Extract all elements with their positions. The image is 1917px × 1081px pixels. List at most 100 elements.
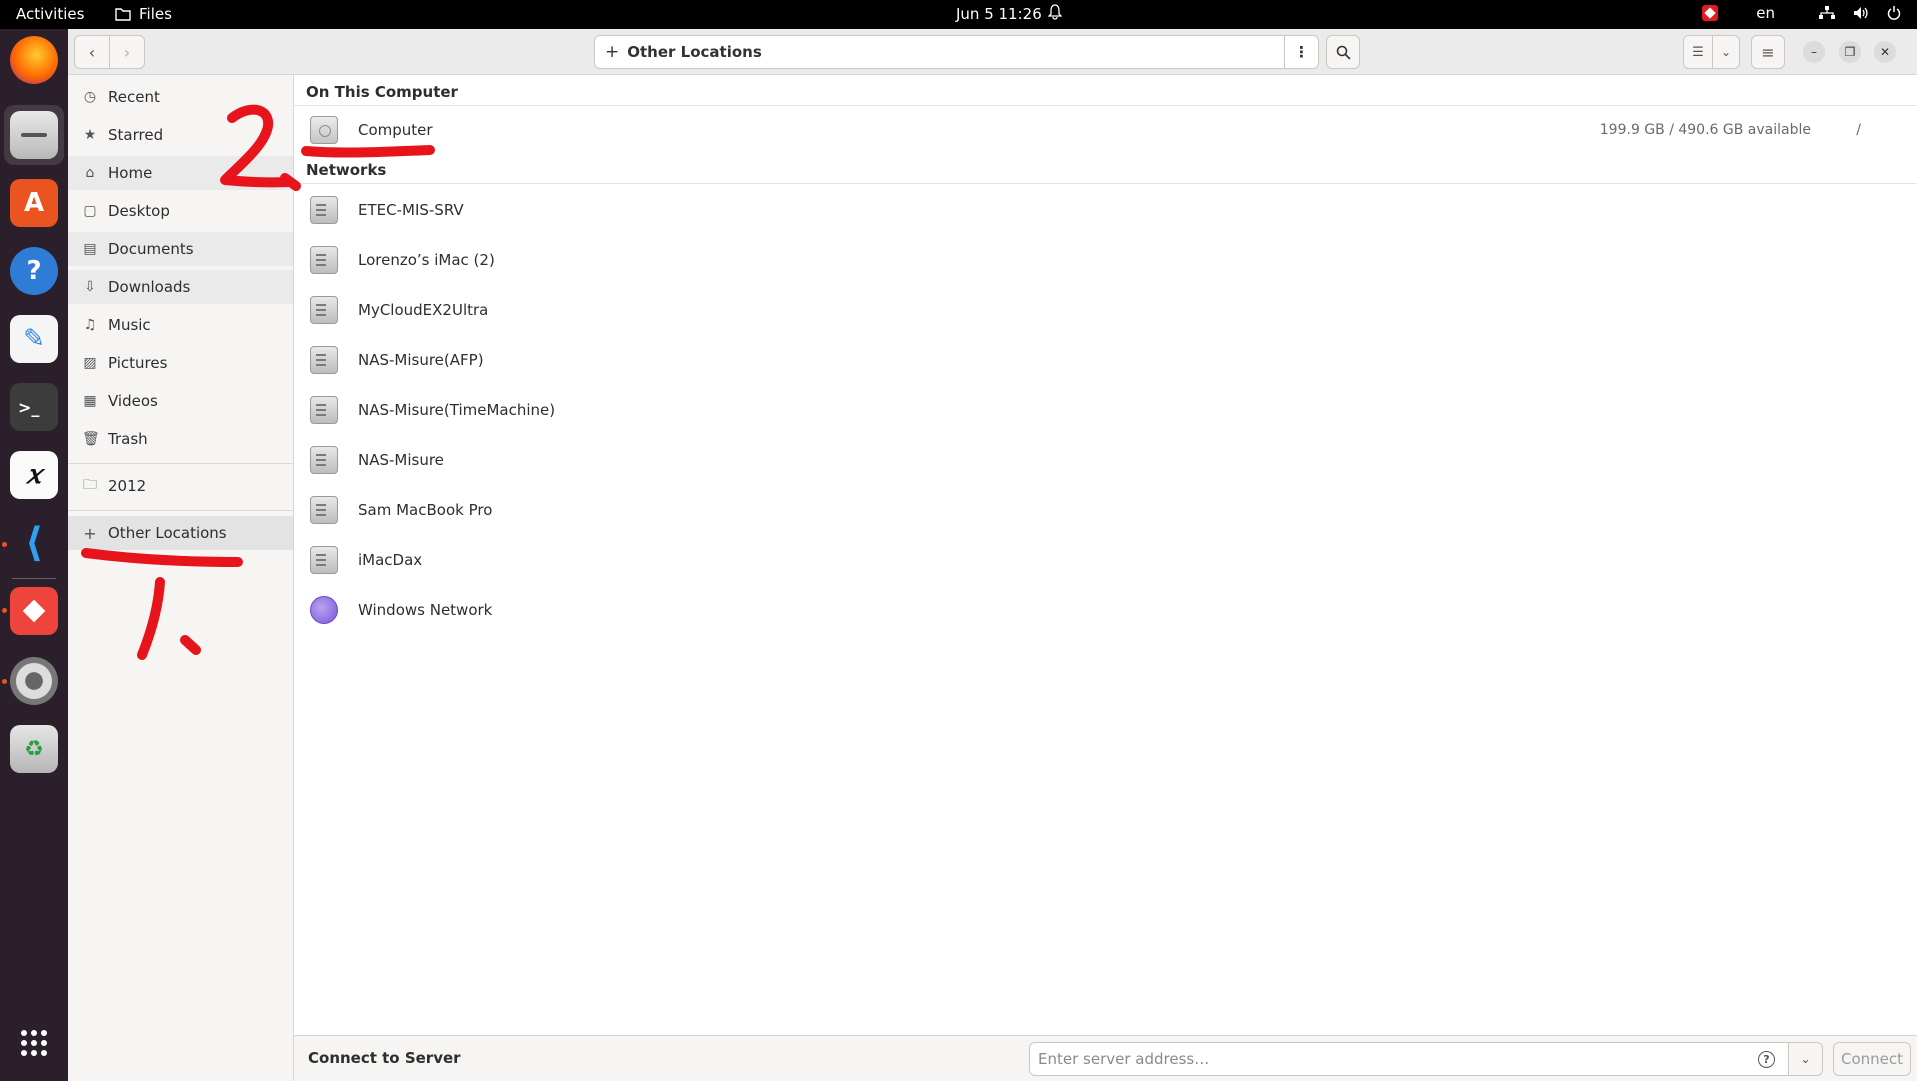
location-name: NAS-Misure(AFP)	[358, 351, 484, 369]
server-address-input[interactable]	[1029, 1042, 1789, 1076]
files-icon[interactable]	[10, 111, 58, 159]
path-menu-button[interactable]: ⋮	[1284, 36, 1318, 68]
volume-icon[interactable]	[1853, 6, 1869, 20]
location-row-computer[interactable]: Computer 199.9 GB / 490.6 GB available /	[294, 105, 1917, 155]
sidebar-item-label: Recent	[108, 88, 160, 106]
download-icon: ⇩	[84, 279, 96, 295]
anydesk-icon[interactable]	[10, 587, 58, 635]
anydesk-tray-icon[interactable]	[1702, 5, 1719, 21]
location-name: NAS-Misure(TimeMachine)	[358, 401, 556, 419]
close-icon: ✕	[1879, 45, 1891, 59]
section-header-networks: Networks	[306, 161, 387, 179]
network-row[interactable]: ETEC-MIS-SRV	[294, 185, 1917, 235]
activities-button[interactable]: Activities	[16, 5, 84, 23]
dock-separator	[12, 578, 56, 579]
running-indicator	[2, 608, 7, 613]
app-menu[interactable]: Files	[115, 5, 172, 23]
app-name: Files	[139, 5, 172, 23]
network-row[interactable]: NAS-Misure(AFP)	[294, 335, 1917, 385]
sidebar-separator	[68, 510, 293, 511]
language-indicator[interactable]: en	[1756, 4, 1775, 22]
sidebar-item-label: Starred	[108, 126, 164, 144]
close-button[interactable]: ✕	[1874, 41, 1896, 63]
sidebar-item-desktop[interactable]: ▢ Desktop	[68, 194, 293, 228]
forward-button[interactable]: ›	[109, 35, 145, 69]
bell-icon[interactable]	[1047, 4, 1063, 24]
maximize-button[interactable]: ❐	[1839, 41, 1861, 63]
hard-drive-icon	[310, 116, 338, 144]
location-name: MyCloudEX2Ultra	[358, 301, 489, 319]
network-row[interactable]: MyCloudEX2Ultra	[294, 285, 1917, 335]
sidebar-item-documents[interactable]: ▤ Documents	[68, 232, 293, 266]
help-icon[interactable]: ?	[1758, 1051, 1775, 1068]
network-server-icon	[310, 396, 338, 424]
clock[interactable]: Jun 5 11:26	[956, 5, 1042, 23]
location-name: ETEC-MIS-SRV	[358, 201, 464, 219]
sidebar-item-label: Trash	[108, 430, 148, 448]
location-name: Lorenzo’s iMac (2)	[358, 251, 495, 269]
text-editor-icon[interactable]: ✎	[10, 315, 58, 363]
chevron-down-icon: ⌄	[1800, 1052, 1811, 1066]
vscode-icon[interactable]: ⟨	[10, 519, 58, 567]
network-row[interactable]: iMacDax	[294, 535, 1917, 585]
documents-icon: ▤	[83, 241, 97, 257]
view-options-button[interactable]: ⌄	[1712, 35, 1740, 69]
network-server-icon	[310, 496, 338, 524]
plus-icon: +	[83, 523, 97, 543]
clock-icon: ◷	[83, 89, 97, 105]
firefox-icon[interactable]	[10, 36, 58, 84]
trash-dock-icon[interactable]: ♻	[10, 725, 58, 773]
help-icon[interactable]: ?	[10, 247, 58, 295]
sidebar-item-music[interactable]: ♫ Music	[68, 308, 293, 342]
sidebar-item-videos[interactable]: ▦ Videos	[68, 384, 293, 418]
sidebar-item-downloads[interactable]: ⇩ Downloads	[68, 270, 293, 304]
network-row[interactable]: Sam MacBook Pro	[294, 485, 1917, 535]
settings-icon[interactable]	[10, 657, 58, 705]
sidebar-item-label: Other Locations	[108, 524, 227, 542]
minimize-button[interactable]: –	[1803, 41, 1825, 63]
sidebar-item-label: Pictures	[108, 354, 168, 372]
star-icon: ★	[83, 127, 97, 143]
network-row[interactable]: NAS-Misure(TimeMachine)	[294, 385, 1917, 435]
sidebar-item-home[interactable]: ⌂ Home	[68, 156, 293, 190]
xournal-icon[interactable]: 𝑥	[10, 451, 58, 499]
sidebar-item-label: Desktop	[108, 202, 170, 220]
maximize-icon: ❐	[1844, 45, 1856, 59]
folder-icon	[115, 8, 131, 21]
sidebar-separator	[68, 463, 293, 464]
software-center-icon[interactable]: A	[10, 179, 58, 227]
sidebar-item-pictures[interactable]: ▨ Pictures	[68, 346, 293, 380]
breadcrumb[interactable]: + Other Locations	[595, 42, 762, 62]
location-name: Computer	[358, 121, 433, 139]
sidebar-item-recent[interactable]: ◷ Recent	[68, 80, 293, 114]
connect-to-server-bar: Connect to Server ? ⌄ Connect	[294, 1035, 1917, 1081]
network-icon[interactable]	[1819, 6, 1835, 20]
videos-icon: ▦	[83, 393, 97, 409]
hamburger-icon: ≡	[1761, 42, 1775, 62]
network-row-windows[interactable]: Windows Network	[294, 585, 1917, 635]
network-row[interactable]: NAS-Misure	[294, 435, 1917, 485]
main-menu-button[interactable]: ≡	[1751, 35, 1785, 69]
path-bar[interactable]: + Other Locations ⋮	[594, 35, 1319, 69]
network-server-icon	[310, 346, 338, 374]
location-name: Sam MacBook Pro	[358, 501, 493, 519]
power-icon[interactable]	[1887, 6, 1901, 20]
sidebar-item-other-locations[interactable]: + Other Locations	[68, 516, 293, 550]
connect-button[interactable]: Connect	[1833, 1042, 1911, 1076]
sidebar-item-starred[interactable]: ★ Starred	[68, 118, 293, 152]
list-view-button[interactable]: ☰	[1683, 35, 1713, 69]
back-button[interactable]: ‹	[74, 35, 110, 69]
recent-servers-dropdown[interactable]: ⌄	[1789, 1042, 1823, 1076]
system-tray[interactable]: en	[1702, 4, 1901, 22]
running-indicator	[2, 542, 7, 547]
network-row[interactable]: Lorenzo’s iMac (2)	[294, 235, 1917, 285]
chevron-right-icon: ›	[123, 42, 131, 62]
show-apps-icon[interactable]	[10, 1019, 58, 1067]
sidebar-item-2012[interactable]: 🗀 2012	[68, 469, 293, 503]
terminal-icon[interactable]: >_	[10, 383, 58, 431]
chevron-left-icon: ‹	[88, 42, 96, 62]
top-bar: Activities Files Jun 5 11:26 en	[0, 0, 1917, 29]
search-button[interactable]	[1326, 35, 1360, 69]
sidebar-item-trash[interactable]: 🗑 Trash	[68, 422, 293, 456]
sidebar-item-label: Downloads	[108, 278, 191, 296]
